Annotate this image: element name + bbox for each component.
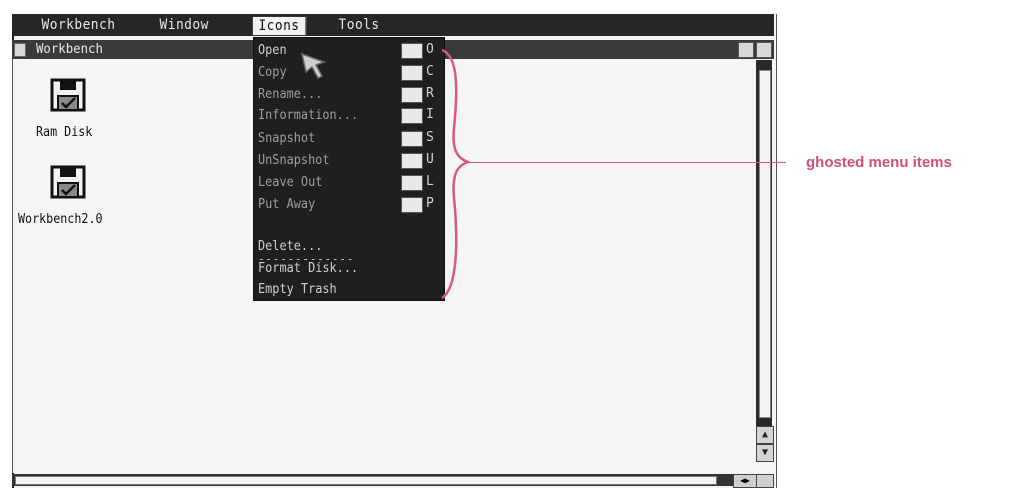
zoom-gadget-icon[interactable] (756, 42, 772, 58)
menu-item-delete[interactable]: Delete... (258, 236, 322, 256)
vertical-scroll-knob[interactable] (759, 70, 771, 418)
window-title: Workbench (36, 42, 103, 57)
menu-tools[interactable]: Tools (333, 16, 385, 34)
menu-item-leave-out[interactable]: Leave Out (258, 172, 322, 192)
menu-item-put-away[interactable]: Put Away (258, 194, 315, 214)
icons-dropdown-menu: Open Copy Rename... Information... Snaps… (253, 37, 445, 301)
menu-icons[interactable]: Icons (252, 16, 306, 36)
menu-item-empty-trash[interactable]: Empty Trash (258, 279, 337, 299)
shortcut-snapshot: S (426, 130, 434, 145)
shortcut-information: I (426, 107, 434, 122)
amiga-key-icon (401, 65, 423, 81)
annotation-leader-line (468, 162, 786, 163)
amiga-key-icon (401, 175, 423, 191)
shortcut-rename: R (426, 86, 434, 101)
ram-disk-floppy-disk-icon[interactable] (50, 78, 86, 112)
menu-item-copy[interactable]: Copy (258, 62, 287, 82)
menu-workbench[interactable]: Workbench (36, 16, 121, 34)
workbench-floppy-disk-icon[interactable] (50, 165, 86, 199)
workbench-disk-label[interactable]: Workbench2.0 (18, 212, 103, 227)
sizing-gadget-icon[interactable] (756, 474, 774, 488)
shortcut-unsnapshot: U (426, 152, 434, 167)
mouse-pointer-icon (300, 52, 327, 79)
menu-item-snapshot[interactable]: Snapshot (258, 128, 315, 148)
amiga-key-icon (401, 43, 423, 59)
amiga-key-icon (401, 108, 423, 124)
menu-item-information[interactable]: Information... (258, 105, 358, 125)
amiga-key-icon (401, 131, 423, 147)
menu-bar: Workbench Window Icons Tools (12, 14, 774, 36)
menu-item-unsnapshot[interactable]: UnSnapshot (258, 150, 330, 170)
menu-item-format-disk[interactable]: Format Disk... (258, 258, 358, 278)
shortcut-open: O (426, 42, 434, 57)
shortcut-leave-out: L (426, 174, 434, 189)
shortcut-copy: C (426, 64, 434, 79)
menu-item-rename[interactable]: Rename... (258, 84, 322, 104)
annotation-brace-icon (441, 48, 470, 300)
shortcut-put-away: P (426, 196, 434, 211)
scroll-down-arrow-icon[interactable]: ▼ (756, 444, 774, 462)
amiga-key-icon (401, 153, 423, 169)
depth-gadget-icon[interactable] (738, 42, 754, 58)
menu-window[interactable]: Window (154, 16, 214, 34)
close-gadget-icon[interactable] (14, 43, 26, 57)
scroll-up-arrow-icon[interactable]: ▲ (756, 426, 774, 444)
amiga-key-icon (401, 87, 423, 103)
horizontal-scroll-knob[interactable] (15, 476, 717, 485)
horizontal-scroll-arrows-icon[interactable]: ◀▶ (733, 474, 757, 488)
annotation-label: ghosted menu items (806, 154, 952, 171)
ram-disk-label[interactable]: Ram Disk (36, 125, 92, 140)
amiga-key-icon (401, 197, 423, 213)
menu-item-open[interactable]: Open (258, 40, 287, 60)
